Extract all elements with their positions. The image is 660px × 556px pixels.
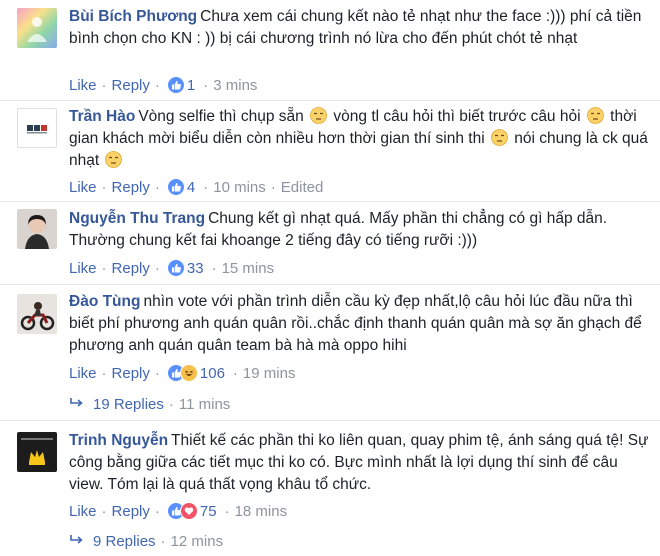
separator: · — [168, 396, 174, 413]
reaction-count: 33 — [186, 259, 204, 277]
separator: · — [211, 259, 217, 277]
comment-actions: Like · Reply · 33 · 15 mins — [69, 259, 274, 277]
avatar[interactable] — [17, 209, 57, 249]
heart-icon — [179, 502, 198, 520]
like-link[interactable]: Like — [69, 179, 97, 196]
separator: · — [101, 178, 107, 196]
comment-text-part: vòng tl câu hỏi thì biết trước câu hỏi — [329, 108, 585, 125]
like-link[interactable]: Like — [69, 503, 97, 520]
reaction-summary[interactable]: 4 — [166, 178, 196, 196]
reply-link[interactable]: Reply — [112, 503, 150, 520]
comment-4: Đào Tùng nhìn vote với phần trình diễn cầ… — [0, 284, 660, 421]
reaction-summary[interactable]: 33 — [166, 259, 204, 277]
thumbs-up-icon — [166, 259, 185, 277]
view-replies-link[interactable]: 9 Replies · 12 mins — [69, 533, 223, 550]
reaction-count: 1 — [186, 76, 196, 94]
separator: · — [224, 502, 230, 520]
comment-text: nhìn vote với phần trình diễn cầu kỳ đẹp… — [69, 293, 642, 354]
separator: · — [270, 178, 276, 196]
reply-link[interactable]: Reply — [112, 260, 150, 277]
replies-count[interactable]: 19 Replies — [93, 396, 164, 413]
reaction-count: 4 — [186, 178, 196, 196]
separator: · — [101, 259, 107, 277]
timestamp[interactable]: 3 mins — [213, 77, 257, 94]
separator: · — [154, 259, 160, 277]
haha-icon — [179, 364, 198, 382]
thumbs-up-icon — [166, 178, 185, 196]
comment-actions: Like · Reply · 106 · 19 mins — [69, 364, 295, 382]
avatar[interactable] — [17, 8, 57, 48]
separator: · — [160, 533, 166, 550]
avatar[interactable] — [17, 432, 57, 472]
unamused-face-icon — [586, 107, 604, 124]
separator: · — [154, 502, 160, 520]
avatar[interactable] — [17, 108, 57, 148]
edited-label[interactable]: Edited — [281, 179, 324, 196]
separator: · — [101, 364, 107, 382]
reaction-summary[interactable]: 1 — [166, 76, 196, 94]
separator: · — [154, 76, 160, 94]
comment-author[interactable]: Trinh Nguyễn — [69, 432, 168, 449]
comment-actions: Like · Reply · 4 · 10 mins · Edited — [69, 178, 323, 196]
comment-author[interactable]: Đào Tùng — [69, 293, 140, 310]
comment-author[interactable]: Bùi Bích Phương — [69, 8, 197, 25]
separator: · — [101, 502, 107, 520]
separator: · — [203, 76, 209, 94]
comment-3: Nguyễn Thu Trang Chung kết gì nhạt quá. M… — [0, 201, 660, 285]
comment-5: Trinh Nguyễn Thiết kế các phần thi ko liê… — [0, 420, 660, 556]
replies-timestamp: 12 mins — [170, 533, 224, 550]
like-link[interactable]: Like — [69, 260, 97, 277]
timestamp[interactable]: 19 mins — [243, 365, 296, 382]
timestamp[interactable]: 10 mins — [213, 179, 266, 196]
separator: · — [154, 364, 160, 382]
reaction-summary[interactable]: 106 — [166, 364, 225, 382]
unamused-face-icon — [310, 107, 327, 124]
separator: · — [232, 364, 238, 382]
reply-link[interactable]: Reply — [112, 365, 150, 382]
reaction-summary[interactable]: 75 — [166, 502, 217, 520]
reaction-count: 75 — [199, 502, 217, 520]
comment-actions: Like · Reply · 75 · 18 mins — [69, 502, 287, 520]
comment-2: Trần Hào Vòng selfie thì chụp sẵn vòng tl… — [0, 100, 660, 202]
timestamp[interactable]: 18 mins — [235, 503, 288, 520]
replies-count[interactable]: 9 Replies — [93, 533, 156, 550]
separator: · — [203, 178, 209, 196]
timestamp[interactable]: 15 mins — [222, 260, 275, 277]
comment-1: Bùi Bích Phương Chưa xem cái chung kết nà… — [0, 0, 660, 101]
separator: · — [154, 178, 160, 196]
comment-author[interactable]: Nguyễn Thu Trang — [69, 210, 205, 227]
comment-author[interactable]: Trần Hào — [69, 108, 135, 125]
thumbs-up-icon — [166, 76, 185, 94]
view-replies-link[interactable]: 19 Replies · 11 mins — [69, 396, 230, 413]
reaction-count: 106 — [199, 364, 225, 382]
comment-text-part: Vòng selfie thì chụp sẵn — [138, 108, 309, 125]
separator: · — [101, 76, 107, 94]
reply-link[interactable]: Reply — [112, 77, 150, 94]
reply-arrow-icon — [69, 396, 85, 413]
reply-link[interactable]: Reply — [112, 179, 150, 196]
comment-actions: Like · Reply · 1 · 3 mins — [69, 76, 257, 94]
unamused-face-icon — [491, 129, 508, 146]
unamused-face-icon — [105, 151, 123, 168]
like-link[interactable]: Like — [69, 365, 97, 382]
like-link[interactable]: Like — [69, 77, 97, 94]
avatar[interactable] — [17, 294, 57, 334]
replies-timestamp: 11 mins — [178, 396, 231, 413]
reply-arrow-icon — [69, 533, 85, 550]
